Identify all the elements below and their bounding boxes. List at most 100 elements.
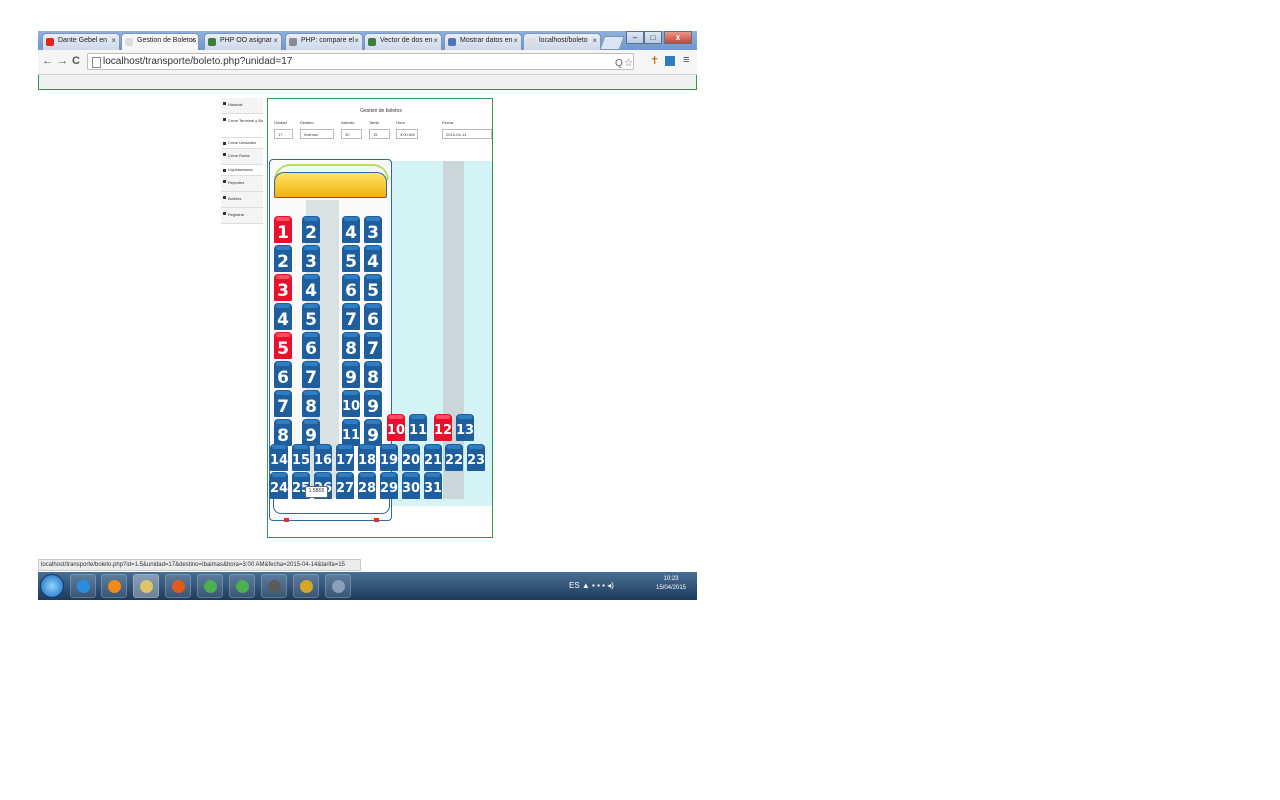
seat-available[interactable]: 15 xyxy=(292,444,310,471)
asiento-input[interactable]: 30 xyxy=(341,129,362,139)
seat-available[interactable]: 20 xyxy=(402,444,420,471)
search-icon[interactable]: Q xyxy=(615,58,623,69)
seat-available[interactable]: 6 xyxy=(342,274,360,301)
tab-close-icon[interactable]: × xyxy=(111,36,116,45)
seat-available[interactable]: 8 xyxy=(342,332,360,359)
taskbar-app-4[interactable] xyxy=(197,574,223,598)
seat-available[interactable]: 6 xyxy=(364,303,382,330)
seat-taken[interactable]: 10 xyxy=(387,414,405,441)
seat-available[interactable]: 10 xyxy=(342,390,360,417)
taskbar-app-8[interactable] xyxy=(325,574,351,598)
extension-cross-icon[interactable]: ✝ xyxy=(650,54,659,67)
sidebar-item-7[interactable]: Registrar xyxy=(221,208,263,224)
destino-input[interactable]: Ibaimas xyxy=(300,129,334,139)
sidebar-item-0[interactable]: Historial xyxy=(221,98,263,114)
maximize-button[interactable]: □ xyxy=(644,31,662,44)
seat-available[interactable]: 17 xyxy=(336,444,354,471)
reload-icon[interactable]: C xyxy=(72,55,80,67)
seat-available[interactable]: 30 xyxy=(402,472,420,499)
seat-available[interactable]: 3 xyxy=(364,216,382,243)
taskbar-app-7[interactable] xyxy=(293,574,319,598)
tab-0[interactable]: Dante Gebel en × xyxy=(42,33,120,50)
tab-4[interactable]: Vector de dos en × xyxy=(364,33,442,50)
seat-available[interactable]: 14 xyxy=(270,444,288,471)
seat-available[interactable]: 4 xyxy=(342,216,360,243)
seat-available[interactable]: 23 xyxy=(467,444,485,471)
seat-available[interactable]: 28 xyxy=(358,472,376,499)
menu-icon[interactable]: ≡ xyxy=(683,54,689,66)
taskbar-app-0[interactable] xyxy=(70,574,96,598)
seat-taken[interactable]: 5 xyxy=(274,332,292,359)
close-window-button[interactable]: x xyxy=(664,31,692,44)
forward-icon[interactable]: → xyxy=(57,55,68,67)
tab-close-icon[interactable]: × xyxy=(433,36,438,45)
tab-close-icon[interactable]: × xyxy=(354,36,359,45)
seat-available[interactable]: 6 xyxy=(302,332,320,359)
seat-available[interactable]: 19 xyxy=(380,444,398,471)
taskbar-app-3[interactable] xyxy=(165,574,191,598)
seat-available[interactable]: 5 xyxy=(364,274,382,301)
clock[interactable]: 10:23 15/04/2015 xyxy=(650,575,692,593)
seat-taken[interactable]: 12 xyxy=(434,414,452,441)
seat-available[interactable]: 9 xyxy=(342,361,360,388)
tab-close-icon[interactable]: × xyxy=(190,36,195,45)
taskbar-app-2[interactable] xyxy=(133,574,159,598)
tab-close-icon[interactable]: × xyxy=(273,36,278,45)
seat-available[interactable]: 5 xyxy=(302,303,320,330)
new-tab-button[interactable] xyxy=(599,36,625,50)
unidad-input[interactable]: 17 xyxy=(274,129,293,139)
seat-available[interactable]: 7 xyxy=(274,390,292,417)
sidebar-item-6[interactable]: Boletos xyxy=(221,192,263,208)
seat-available[interactable]: 9 xyxy=(302,419,320,446)
seat-taken[interactable]: 1 xyxy=(274,216,292,243)
address-bar[interactable]: localhost/transporte/boleto.php?unidad=1… xyxy=(87,53,634,70)
tab-1[interactable]: Gestion de Boletos × xyxy=(121,33,199,51)
sidebar-item-3[interactable]: Crear Rutas xyxy=(221,149,263,165)
hora-input[interactable]: 3:00 AM xyxy=(396,129,418,139)
seat-available[interactable]: 29 xyxy=(380,472,398,499)
tab-close-icon[interactable]: × xyxy=(592,36,597,45)
seat-available[interactable]: 7 xyxy=(364,332,382,359)
taskbar-app-1[interactable] xyxy=(101,574,127,598)
sidebar-item-4[interactable]: Liquidaciones xyxy=(221,165,263,176)
seat-available[interactable]: 4 xyxy=(364,245,382,272)
seat-available[interactable]: 3 xyxy=(302,245,320,272)
fecha-input[interactable]: 2015-04-14 xyxy=(442,129,492,139)
seat-available[interactable]: 11 xyxy=(409,414,427,441)
seat-available[interactable]: 2 xyxy=(302,216,320,243)
sidebar-item-5[interactable]: Reportes xyxy=(221,176,263,192)
start-button[interactable] xyxy=(40,574,64,598)
seat-taken[interactable]: 3 xyxy=(274,274,292,301)
seat-available[interactable]: 18 xyxy=(358,444,376,471)
tab-6[interactable]: localhost/boleto × xyxy=(523,33,601,50)
taskbar-app-5[interactable] xyxy=(229,574,255,598)
seat-available[interactable]: 4 xyxy=(274,303,292,330)
tarifa-input[interactable]: 15 xyxy=(369,129,390,139)
seat-available[interactable]: 9 xyxy=(364,390,382,417)
seat-available[interactable]: 7 xyxy=(342,303,360,330)
minimize-button[interactable]: – xyxy=(626,31,644,44)
seat-available[interactable]: 16 xyxy=(314,444,332,471)
tab-5[interactable]: Mostrar datos en × xyxy=(444,33,522,50)
seat-available[interactable]: 8 xyxy=(364,361,382,388)
seat-available[interactable]: 2 xyxy=(274,245,292,272)
url-text[interactable]: localhost/transporte/boleto.php?unidad=1… xyxy=(103,56,292,67)
seat-available[interactable]: 13 xyxy=(456,414,474,441)
seat-available[interactable]: 8 xyxy=(302,390,320,417)
seat-available[interactable]: 5 xyxy=(342,245,360,272)
seat-available[interactable]: 4 xyxy=(302,274,320,301)
seat-available[interactable]: 24 xyxy=(270,472,288,499)
seat-available[interactable]: 27 xyxy=(336,472,354,499)
seat-available[interactable]: 7 xyxy=(302,361,320,388)
seat-available[interactable]: 6 xyxy=(274,361,292,388)
tab-close-icon[interactable]: × xyxy=(513,36,518,45)
seat-available[interactable]: 31 xyxy=(424,472,442,499)
sidebar-item-1[interactable]: Crear Terminal y Boleto xyxy=(221,114,263,138)
seat-available[interactable]: 8 xyxy=(274,419,292,446)
tab-2[interactable]: PHP OO asignar × xyxy=(204,33,282,50)
seat-available[interactable]: 21 xyxy=(424,444,442,471)
bookmark-star-icon[interactable]: ☆ xyxy=(624,58,633,69)
seat-available[interactable]: 11 xyxy=(342,419,360,446)
tab-3[interactable]: PHP: compare el × xyxy=(285,33,363,50)
seat-available[interactable]: 22 xyxy=(445,444,463,471)
